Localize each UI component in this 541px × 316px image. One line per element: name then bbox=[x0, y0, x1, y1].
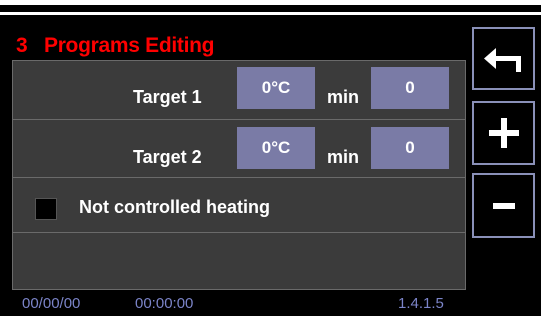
not-controlled-heating-checkbox[interactable] bbox=[35, 198, 57, 220]
row-divider bbox=[13, 119, 465, 120]
decrement-button[interactable] bbox=[472, 173, 535, 238]
firmware-version: 1.4.1.5 bbox=[398, 295, 444, 312]
screen: 3 Programs Editing Target 1 0°C min 0 Ta… bbox=[0, 0, 541, 316]
target-2-minutes-field[interactable]: 0 bbox=[371, 127, 449, 169]
target-1-temperature-field[interactable]: 0°C bbox=[237, 67, 315, 109]
page-title: 3 Programs Editing bbox=[16, 34, 215, 57]
target-1-minutes-field[interactable]: 0 bbox=[371, 67, 449, 109]
not-controlled-heating-label: Not controlled heating bbox=[79, 197, 270, 217]
back-arrow-icon bbox=[483, 47, 521, 72]
target-2-label: Target 2 bbox=[133, 147, 202, 167]
status-bar: 00/00/00 00:00:00 1.4.1.5 bbox=[0, 290, 541, 316]
top-border-line bbox=[0, 0, 541, 5]
minus-icon bbox=[492, 202, 515, 209]
plus-icon bbox=[488, 118, 519, 148]
status-time: 00:00:00 bbox=[135, 295, 194, 312]
row-divider bbox=[13, 177, 465, 178]
target-1-label: Target 1 bbox=[133, 87, 202, 107]
increment-button[interactable] bbox=[472, 101, 535, 165]
status-date: 00/00/00 bbox=[22, 295, 81, 312]
row-divider bbox=[13, 232, 465, 233]
target-2-temperature-field[interactable]: 0°C bbox=[237, 127, 315, 169]
target-2-unit-label: min bbox=[327, 147, 360, 167]
target-1-unit-label: min bbox=[327, 87, 360, 107]
back-button[interactable] bbox=[472, 27, 535, 90]
top-divider-line bbox=[0, 12, 541, 15]
settings-panel: Target 1 0°C min 0 Target 2 0°C min 0 No… bbox=[12, 60, 466, 290]
